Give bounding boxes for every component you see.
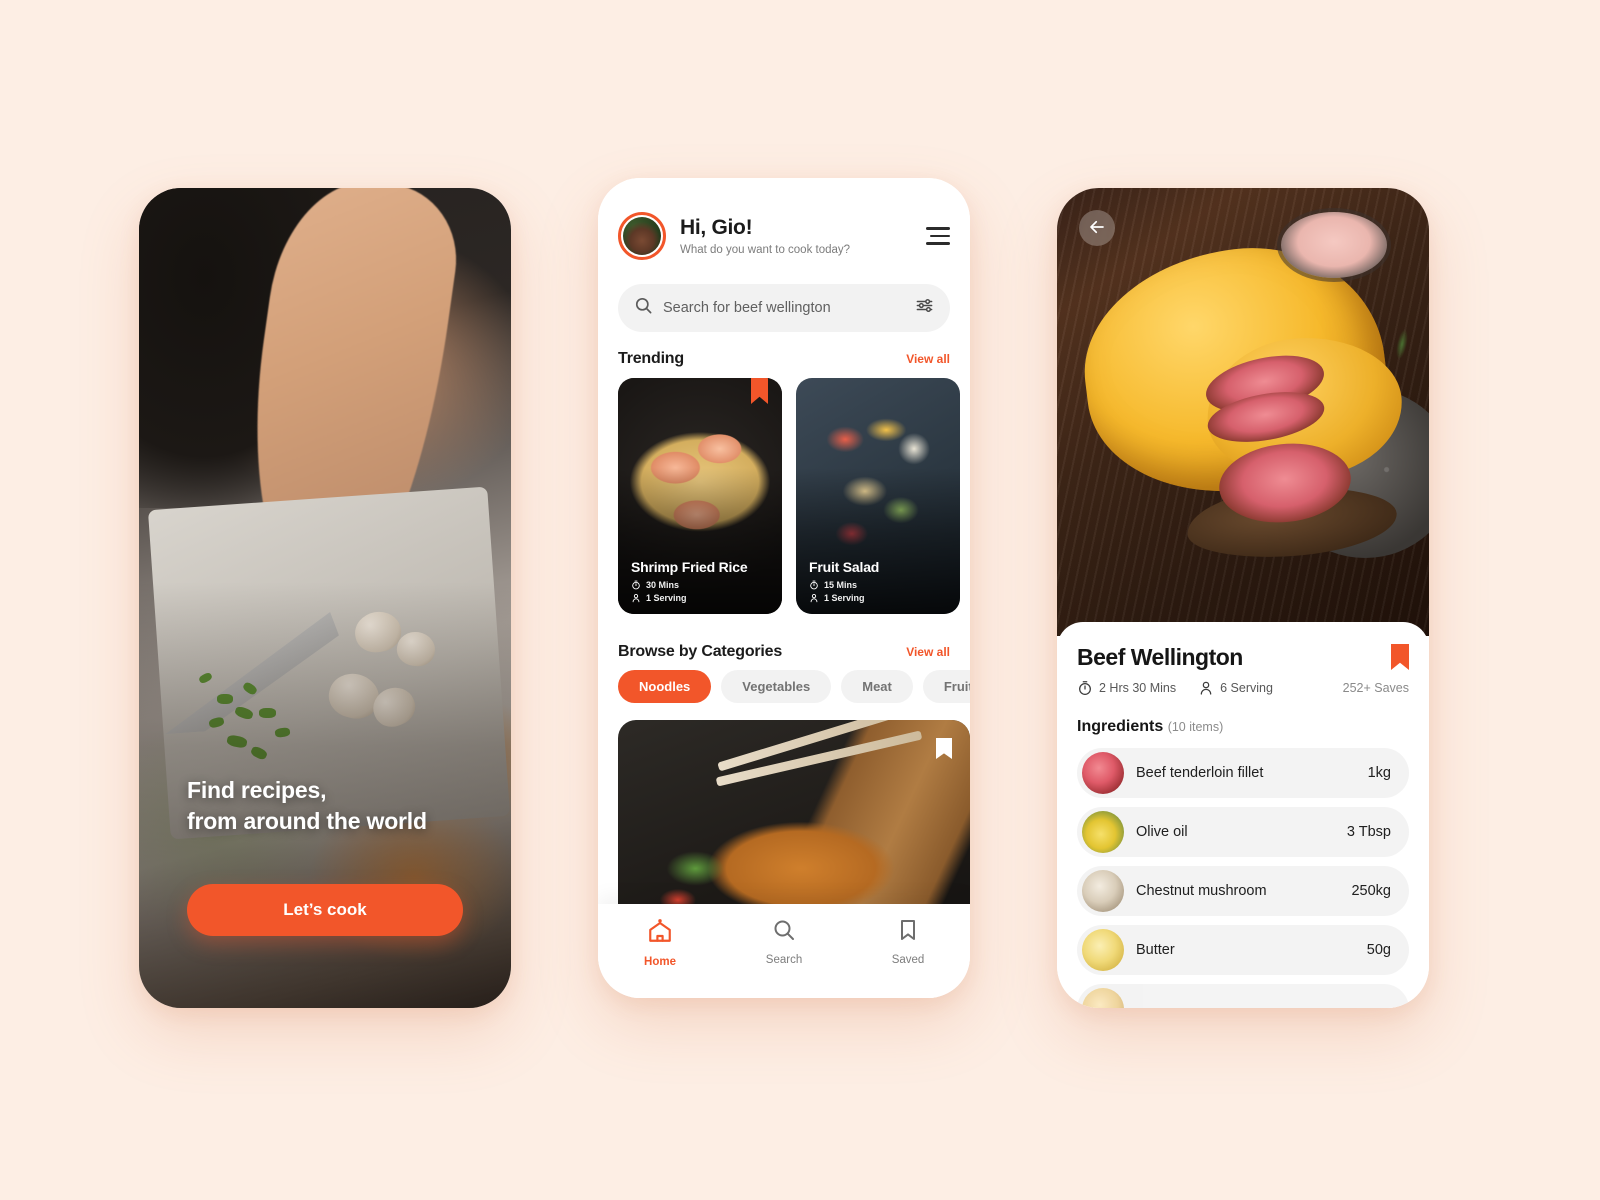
recipe-time: 2 Hrs 30 Mins: [1077, 680, 1176, 696]
ingredients-title: Ingredients: [1077, 718, 1164, 735]
recipe-meta-row: 2 Hrs 30 Mins 6 Serving 252+ Saves: [1077, 680, 1409, 696]
tab-search[interactable]: Search: [722, 918, 846, 966]
hamburger-icon[interactable]: [926, 227, 950, 245]
greeting-title: Hi, Gio!: [680, 216, 753, 240]
recipe-title: Beef Wellington: [1077, 644, 1243, 670]
recipe-name: Fruit Salad: [809, 559, 880, 575]
home-header: Hi, Gio! What do you want to cook today?: [598, 204, 970, 268]
time-label: 30 Mins: [646, 580, 680, 590]
servings-label: 6 Serving: [1220, 681, 1273, 695]
olive-oil-thumb-icon: [1082, 811, 1124, 853]
trending-header: Trending View all: [618, 350, 950, 368]
screenshot-canvas: Find recipes, from around the world Let’…: [0, 0, 1600, 1200]
onboarding-screen: Find recipes, from around the world Let’…: [139, 188, 511, 1008]
servings-label: 1 Serving: [646, 593, 687, 603]
ingredient-row[interactable]: Olive oil 3 Tbsp: [1077, 807, 1409, 857]
ingredient-qty: 3 Tbsp: [1346, 824, 1391, 840]
categories-title: Browse by Categories: [618, 643, 783, 660]
trending-card[interactable]: Shrimp Fried Rice 30 Mins 1 Serving: [618, 378, 782, 614]
category-chip-noodles[interactable]: Noodles: [618, 670, 712, 703]
recipe-time: 30 Mins: [631, 580, 772, 590]
home-icon: [647, 918, 673, 949]
beef-thumb-icon: [1082, 752, 1124, 794]
tab-label-saved: Saved: [891, 954, 925, 966]
headline-line-1: Find recipes,: [187, 777, 327, 804]
ingredient-name: Beef tenderloin fillet: [1136, 765, 1264, 781]
home-screen: Hi, Gio! What do you want to cook today?: [598, 178, 970, 998]
arrow-left-icon: [1088, 218, 1106, 239]
ingredients-count: (10 items): [1167, 720, 1224, 734]
recipe-detail-screen: Beef Wellington 2 Hrs 30 Mins 6 Serving …: [1057, 188, 1429, 1008]
servings-label: 1 Serving: [824, 593, 865, 603]
ingredient-row[interactable]: Beef tenderloin fillet 1kg: [1077, 748, 1409, 798]
tab-label-search: Search: [765, 954, 803, 966]
trending-card[interactable]: Fruit Salad 15 Mins 1 Serving: [796, 378, 960, 614]
time-label: 2 Hrs 30 Mins: [1099, 681, 1177, 695]
bookmark-icon: [896, 918, 920, 947]
greeting-block: Hi, Gio! What do you want to cook today?: [680, 216, 850, 255]
ingredient-name: Butter: [1136, 942, 1175, 958]
search-icon: [634, 296, 653, 320]
butter-thumb-icon: [1082, 929, 1124, 971]
ingredient-row[interactable]: Butter 50g: [1077, 925, 1409, 975]
ingredient-name: Chestnut mushroom: [1136, 883, 1267, 899]
ingredient-qty: 50g: [1366, 942, 1391, 958]
recipe-name: Shrimp Fried Rice: [631, 559, 748, 575]
recipe-detail-sheet: Beef Wellington 2 Hrs 30 Mins 6 Serving …: [1057, 622, 1429, 1008]
bottom-tab-bar: Home Search Saved: [598, 904, 970, 998]
recipe-time: 15 Mins: [809, 580, 950, 590]
ingredient-thumb-icon: [1082, 988, 1124, 1008]
ingredient-qty: 1kg: [1367, 765, 1391, 781]
sliders-icon[interactable]: [915, 296, 934, 320]
saves-count: 252+ Saves: [1342, 681, 1409, 695]
ingredients-header: Ingredients (10 items): [1077, 718, 1409, 736]
lets-cook-button[interactable]: Let’s cook: [187, 884, 463, 936]
greeting-subtitle: What do you want to cook today?: [680, 243, 851, 256]
search-bar[interactable]: [618, 284, 950, 332]
ingredients-list[interactable]: Beef tenderloin fillet 1kg Olive oil 3 T…: [1077, 748, 1409, 1008]
category-chip-fruits[interactable]: Fruits: [922, 670, 970, 703]
back-button[interactable]: [1079, 210, 1115, 246]
ingredient-name: Olive oil: [1136, 824, 1188, 840]
tab-saved[interactable]: Saved: [846, 918, 970, 966]
trending-view-all[interactable]: View all: [906, 352, 950, 366]
categories-header: Browse by Categories View all: [618, 643, 950, 661]
bookmark-icon[interactable]: [1391, 644, 1409, 670]
recipe-servings: 6 Serving: [1198, 680, 1273, 696]
recipe-hero-image: [1057, 188, 1429, 636]
category-chip-vegetables[interactable]: Vegetables: [721, 670, 832, 703]
category-chip-meat[interactable]: Meat: [841, 670, 913, 703]
categories-view-all[interactable]: View all: [906, 645, 950, 659]
onboarding-headline: Find recipes, from around the world: [187, 775, 477, 836]
search-input[interactable]: [663, 300, 915, 316]
ingredient-row[interactable]: Chestnut mushroom 250kg: [1077, 866, 1409, 916]
time-label: 15 Mins: [824, 580, 858, 590]
category-chip-rail[interactable]: Noodles Vegetables Meat Fruits: [618, 670, 970, 703]
avatar[interactable]: [618, 212, 666, 260]
trending-carousel[interactable]: Shrimp Fried Rice 30 Mins 1 Serving Frui…: [618, 378, 970, 614]
trending-title: Trending: [618, 350, 684, 367]
recipe-servings: 1 Serving: [631, 593, 772, 603]
search-icon: [772, 918, 796, 947]
mushroom-thumb-icon: [1082, 870, 1124, 912]
ingredient-row[interactable]: [1077, 984, 1409, 1008]
recipe-servings: 1 Serving: [809, 593, 950, 603]
ingredient-qty: 250kg: [1351, 883, 1391, 899]
headline-line-2: from around the world: [187, 807, 427, 834]
tab-home[interactable]: Home: [598, 918, 722, 968]
tab-label-home: Home: [644, 956, 676, 968]
